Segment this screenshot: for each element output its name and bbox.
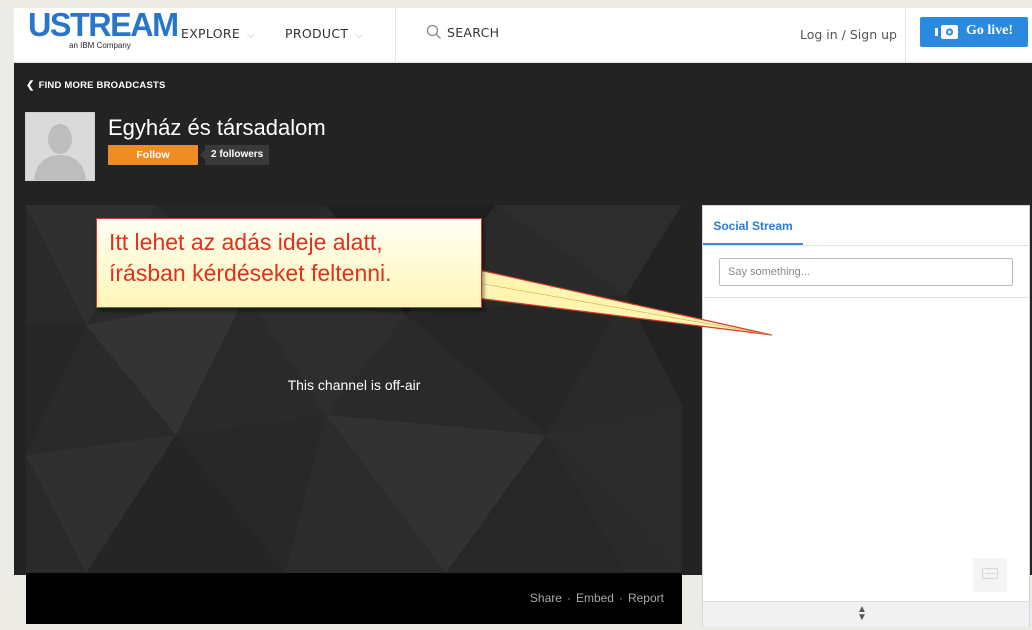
link-separator: · [618,591,623,605]
login-signup-link[interactable]: Log in / Sign up [800,27,897,42]
share-link[interactable]: Share [530,591,562,605]
report-link[interactable]: Report [628,591,664,605]
chevron-left-icon: ❮ [26,80,35,91]
social-stream-panel: Social Stream ▲▼ [702,205,1030,627]
chevron-down-icon: ⌵ [247,30,255,41]
followers-count-badge: 2 followers [199,145,270,165]
embed-link[interactable]: Embed [576,591,614,605]
off-air-message: This channel is off-air [287,377,421,393]
link-separator: · [566,591,571,605]
annotation-callout: Itt lehet az adás ideje alatt, írásban k… [96,218,482,308]
annotation-line-2: írásban kérdéseket feltenni. [109,260,392,286]
follow-button[interactable]: Follow [108,145,198,165]
nav-product[interactable]: PRODUCT ⌵ [285,26,363,41]
tab-social-stream[interactable]: Social Stream [703,206,803,245]
nav-explore[interactable]: EXPLORE ⌵ [181,26,255,41]
nav-divider [395,8,396,62]
message-icon [982,568,998,580]
annotation-line-1: Itt lehet az adás ideje alatt, [109,229,383,255]
panel-resize-handle[interactable]: ▲ ▼ [703,601,1029,627]
go-live-label: Go live! [966,23,1014,38]
chevron-down-icon: ⌵ [355,30,364,41]
annotation-text: Itt lehet az adás ideje alatt, írásban k… [109,227,392,289]
search-button[interactable]: SEARCH [426,24,499,40]
search-icon [426,24,441,39]
message-button[interactable] [973,558,1007,592]
nav-divider [905,8,906,62]
resize-arrows-icon: ▲ ▼ [857,604,867,623]
channel-avatar[interactable] [25,112,95,181]
ustream-logo[interactable]: USTREAM an IBM Company [28,6,179,54]
top-navigation-bar: USTREAM an IBM Company EXPLORE ⌵ PRODUCT ⌵… [14,6,1032,63]
find-more-broadcasts-link[interactable]: ❮ FIND MORE BROADCASTS [26,80,166,91]
go-live-button[interactable]: Go live! [920,17,1028,47]
say-something-input[interactable] [719,258,1013,286]
user-silhouette-icon [26,113,94,180]
nav-explore-label: EXPLORE [181,26,241,41]
panel-divider [703,297,1029,298]
back-link-label: FIND MORE BROADCASTS [38,80,166,91]
logo-subtitle: an IBM Company [69,41,131,50]
player-action-bar: Share · Embed · Report [26,573,682,624]
broadcast-camera-icon [935,25,958,39]
channel-title: Egyház és társadalom [108,115,326,140]
logo-wordmark: USTREAM [28,6,179,43]
social-tabs: Social Stream [703,206,1029,246]
search-label: SEARCH [447,25,500,40]
nav-product-label: PRODUCT [285,26,349,41]
